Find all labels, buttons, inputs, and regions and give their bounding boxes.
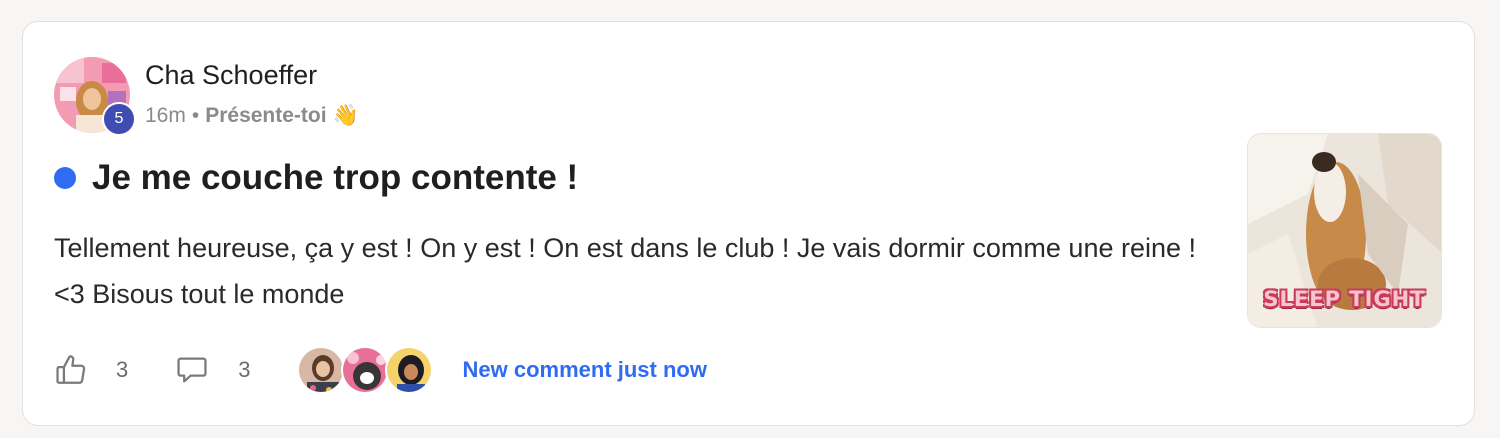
like-count: 3 [116,357,129,382]
author-avatar-wrapper[interactable]: 5 [54,57,136,136]
comment-count: 3 [238,357,251,382]
waving-hand-icon: 👋 [332,104,359,127]
level-badge: 5 [102,102,136,136]
post-actions: 3 3 New comment just now [54,346,707,394]
meta-separator: • [191,104,200,127]
unread-indicator-icon [54,167,76,189]
like-button[interactable]: 3 [54,353,128,387]
commenter-avatar-1[interactable] [296,346,345,394]
comment-button[interactable]: 3 [174,353,251,387]
thumbnail-caption: SLEEP TIGHT [1263,287,1426,311]
post-title-row[interactable]: Je me couche trop contente ! [54,158,578,198]
post-meta: 16m • Présente-toi 👋 [145,104,359,128]
comment-bubble-icon [177,357,207,383]
post-body: Tellement heureuse, ça y est ! On y est … [54,233,1197,309]
author-name[interactable]: Cha Schoeffer [145,60,317,91]
post-title[interactable]: Je me couche trop contente ! [92,158,578,198]
post-thumbnail[interactable]: SLEEP TIGHT [1247,133,1442,328]
space-link[interactable]: Présente-toi [205,104,326,128]
new-comment-link[interactable]: New comment just now [463,357,707,383]
commenter-facepile[interactable] [296,346,433,394]
post-card[interactable]: 5 Cha Schoeffer 16m • Présente-toi 👋 Je … [22,21,1475,426]
thumbs-up-icon [56,355,86,384]
commenter-avatar-3[interactable] [384,346,433,394]
commenter-avatar-2[interactable] [340,346,389,394]
post-time: 16m [145,104,186,127]
